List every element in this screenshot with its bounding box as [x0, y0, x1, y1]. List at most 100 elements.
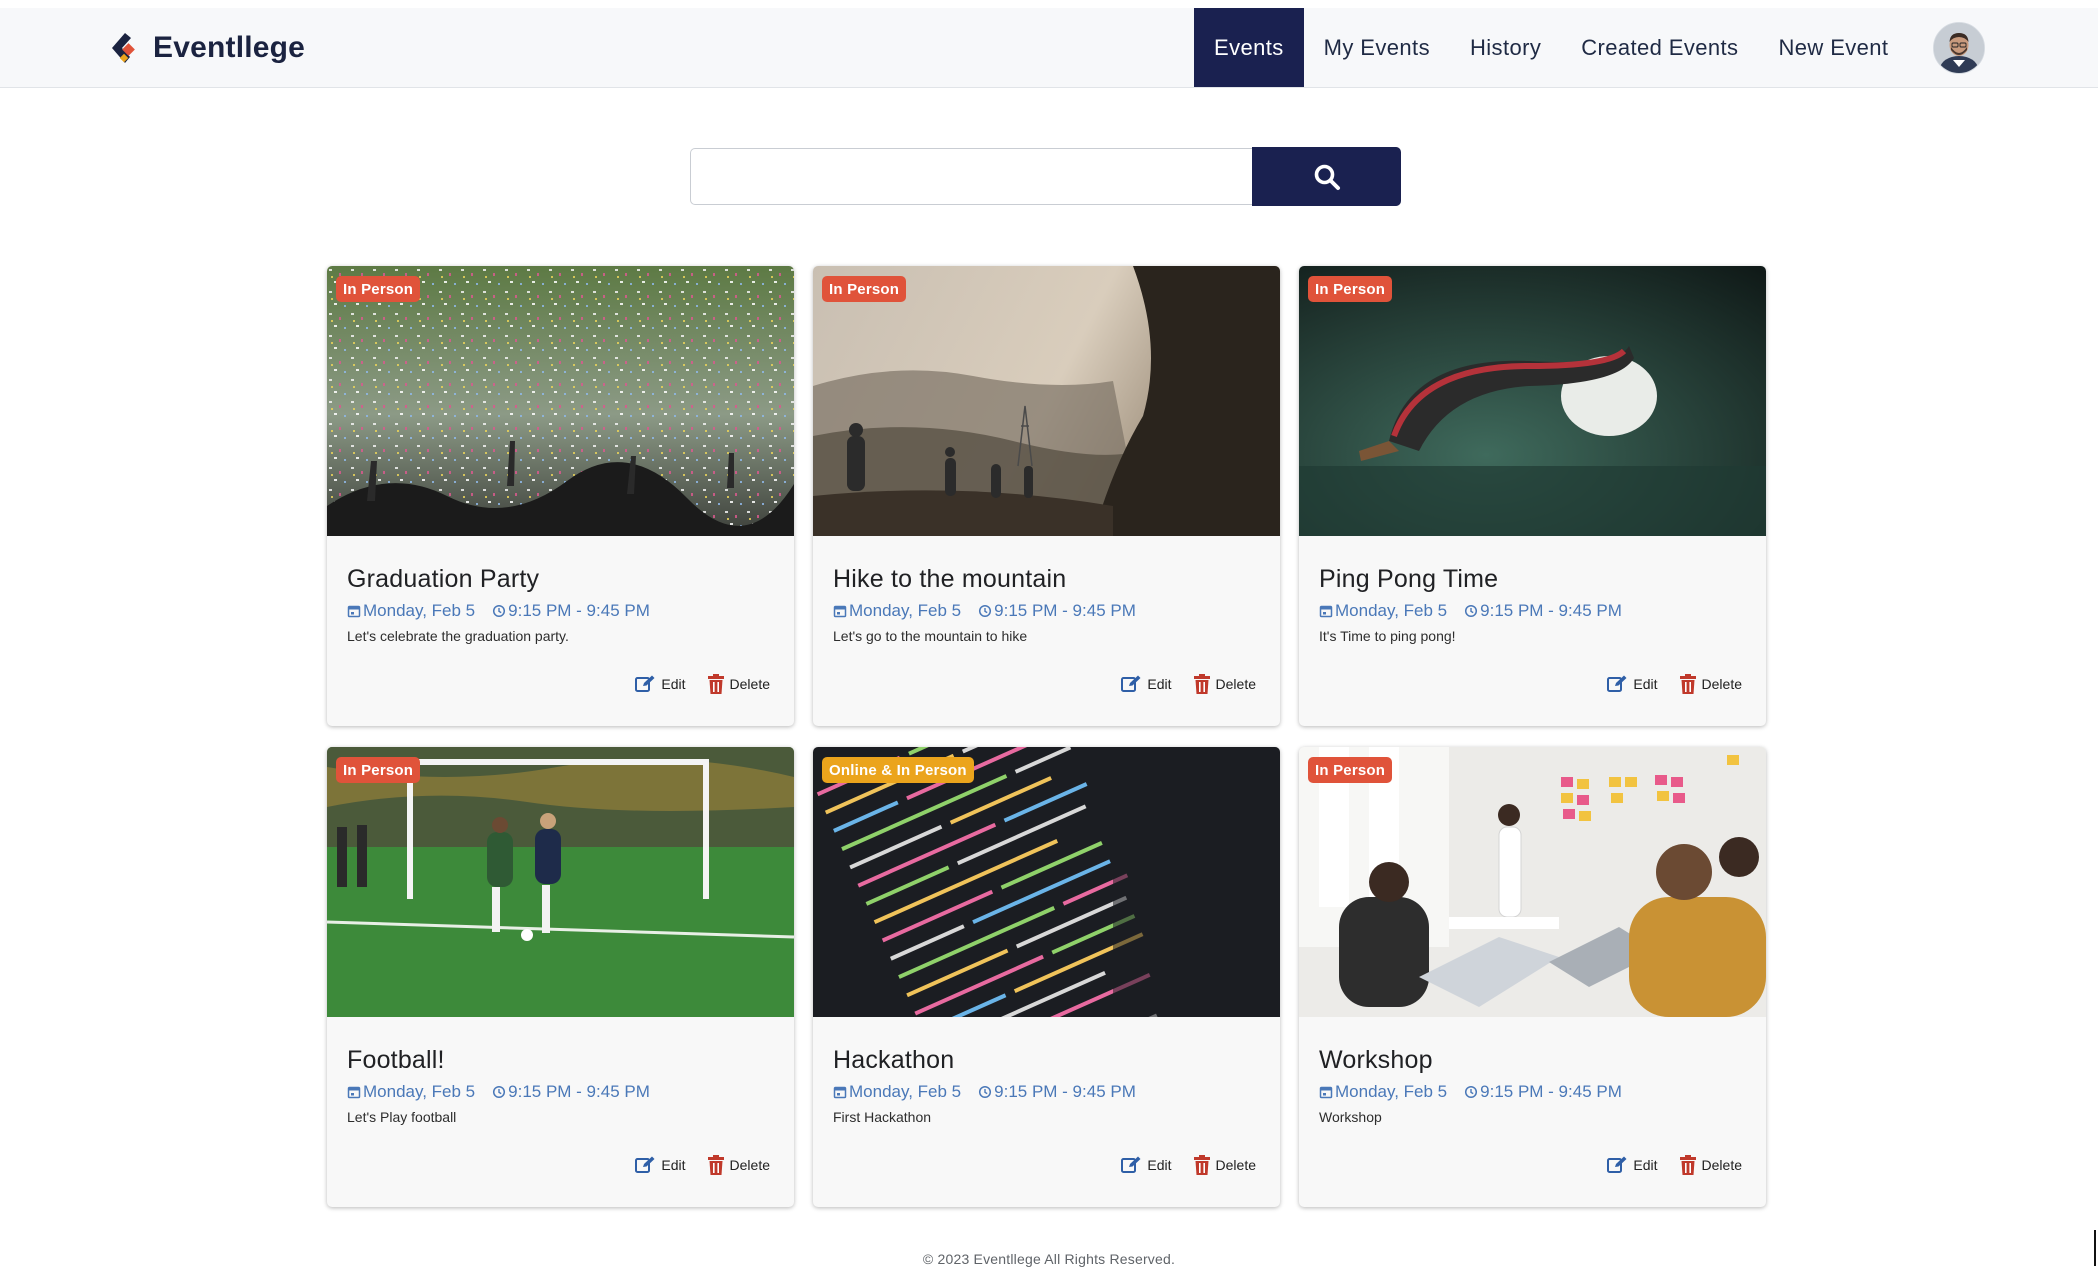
edit-button[interactable]: Edit — [1121, 675, 1172, 693]
event-image-ping-pong — [1299, 266, 1766, 536]
event-title[interactable]: Hike to the mountain — [833, 565, 1066, 594]
event-image-code — [813, 747, 1280, 1017]
event-type-badge: Online & In Person — [822, 757, 974, 783]
edit-icon — [635, 1156, 655, 1174]
clock-icon — [492, 1085, 506, 1099]
delete-button[interactable]: Delete — [1193, 1155, 1256, 1175]
edit-button[interactable]: Edit — [635, 1156, 686, 1174]
brand-name: Eventllege — [153, 31, 306, 64]
event-meta: Monday, Feb 5 9:15 PM - 9:45 PM — [833, 1082, 1136, 1102]
nav-item-my-events[interactable]: My Events — [1304, 8, 1450, 87]
edit-label: Edit — [1633, 1157, 1658, 1173]
event-card[interactable]: In Person Hike to the mountain Monday, F… — [813, 266, 1280, 726]
nav-item-events[interactable]: Events — [1194, 8, 1304, 87]
card-actions: Edit Delete — [1607, 1155, 1742, 1175]
edit-icon — [1121, 675, 1141, 693]
event-description: It's Time to ping pong! — [1319, 628, 1456, 644]
trash-icon — [1679, 1155, 1696, 1175]
event-meta: Monday, Feb 5 9:15 PM - 9:45 PM — [347, 601, 650, 621]
event-title[interactable]: Hackathon — [833, 1046, 954, 1075]
card-actions: Edit Delete — [635, 674, 770, 694]
card-actions: Edit Delete — [1121, 674, 1256, 694]
event-time: 9:15 PM - 9:45 PM — [508, 1082, 650, 1101]
delete-label: Delete — [1701, 676, 1742, 692]
event-time: 9:15 PM - 9:45 PM — [508, 601, 650, 620]
search-bar — [690, 147, 1402, 207]
event-card[interactable]: In Person Ping Pong Time Monday, Feb 5 9… — [1299, 266, 1766, 726]
delete-label: Delete — [1215, 1157, 1256, 1173]
edit-button[interactable]: Edit — [1607, 1156, 1658, 1174]
clock-icon — [1464, 1085, 1478, 1099]
event-date: Monday, Feb 5 — [1335, 1082, 1448, 1101]
delete-button[interactable]: Delete — [1679, 1155, 1742, 1175]
delete-button[interactable]: Delete — [707, 1155, 770, 1175]
event-meta: Monday, Feb 5 9:15 PM - 9:45 PM — [1319, 601, 1622, 621]
edit-icon — [1607, 1156, 1627, 1174]
user-avatar[interactable] — [1933, 22, 1985, 74]
event-time: 9:15 PM - 9:45 PM — [1480, 601, 1622, 620]
event-image-confetti — [327, 266, 794, 536]
edit-button[interactable]: Edit — [1121, 1156, 1172, 1174]
event-card[interactable]: In Person Workshop Monday, Feb 5 9:15 PM… — [1299, 747, 1766, 1207]
event-date: Monday, Feb 5 — [363, 1082, 476, 1101]
nav-item-created-events[interactable]: Created Events — [1561, 8, 1758, 87]
event-date: Monday, Feb 5 — [849, 1082, 962, 1101]
event-title[interactable]: Workshop — [1319, 1046, 1433, 1075]
event-description: Let's celebrate the graduation party. — [347, 628, 569, 644]
event-description: Let's go to the mountain to hike — [833, 628, 1028, 644]
trash-icon — [707, 1155, 724, 1175]
event-type-badge: In Person — [822, 276, 907, 302]
event-card[interactable]: Online & In Person Hackathon Monday, Feb… — [813, 747, 1280, 1207]
brand[interactable]: Eventllege — [107, 28, 305, 68]
delete-label: Delete — [1215, 676, 1256, 692]
event-type-badge: In Person — [336, 757, 421, 783]
event-meta: Monday, Feb 5 9:15 PM - 9:45 PM — [1319, 1082, 1622, 1102]
calendar-icon — [1319, 604, 1333, 618]
event-time: 9:15 PM - 9:45 PM — [994, 601, 1136, 620]
clock-icon — [978, 604, 992, 618]
edit-icon — [1607, 675, 1627, 693]
trash-icon — [1679, 674, 1696, 694]
calendar-icon — [833, 1085, 847, 1099]
main-nav: Events My Events History Created Events … — [1194, 8, 1908, 87]
event-description: Workshop — [1319, 1109, 1382, 1125]
card-actions: Edit Delete — [1121, 1155, 1256, 1175]
event-card[interactable]: In Person Graduation Party Monday, Feb 5… — [327, 266, 794, 726]
event-title[interactable]: Football! — [347, 1046, 445, 1075]
delete-button[interactable]: Delete — [1193, 674, 1256, 694]
event-time: 9:15 PM - 9:45 PM — [994, 1082, 1136, 1101]
user-avatar-icon — [1934, 23, 1984, 73]
delete-button[interactable]: Delete — [1679, 674, 1742, 694]
event-meta: Monday, Feb 5 9:15 PM - 9:45 PM — [347, 1082, 650, 1102]
clock-icon — [978, 1085, 992, 1099]
footer-copyright: © 2023 Eventllege All Rights Reserved. — [922, 1251, 1176, 1267]
calendar-icon — [347, 1085, 361, 1099]
edit-label: Edit — [661, 676, 686, 692]
delete-button[interactable]: Delete — [707, 674, 770, 694]
edit-button[interactable]: Edit — [1607, 675, 1658, 693]
event-date: Monday, Feb 5 — [1335, 601, 1448, 620]
event-title[interactable]: Graduation Party — [347, 565, 539, 594]
card-actions: Edit Delete — [1607, 674, 1742, 694]
event-title[interactable]: Ping Pong Time — [1319, 565, 1498, 594]
event-type-badge: In Person — [336, 276, 421, 302]
edit-label: Edit — [1147, 1157, 1172, 1173]
delete-label: Delete — [729, 676, 770, 692]
nav-item-new-event[interactable]: New Event — [1758, 8, 1908, 87]
search-input[interactable] — [690, 148, 1252, 205]
brand-logo-icon — [112, 33, 135, 63]
edit-button[interactable]: Edit — [635, 675, 686, 693]
event-time: 9:15 PM - 9:45 PM — [1480, 1082, 1622, 1101]
event-meta: Monday, Feb 5 9:15 PM - 9:45 PM — [833, 601, 1136, 621]
event-description: Let's Play football — [347, 1109, 457, 1125]
event-type-badge: In Person — [1308, 276, 1393, 302]
delete-label: Delete — [1701, 1157, 1742, 1173]
event-card[interactable]: In Person Football! Monday, Feb 5 9:15 P… — [327, 747, 794, 1207]
event-type-badge: In Person — [1308, 757, 1393, 783]
delete-label: Delete — [729, 1157, 770, 1173]
trash-icon — [1193, 674, 1210, 694]
search-button[interactable] — [1252, 147, 1401, 206]
calendar-icon — [833, 604, 847, 618]
edit-label: Edit — [661, 1157, 686, 1173]
nav-item-history[interactable]: History — [1450, 8, 1561, 87]
